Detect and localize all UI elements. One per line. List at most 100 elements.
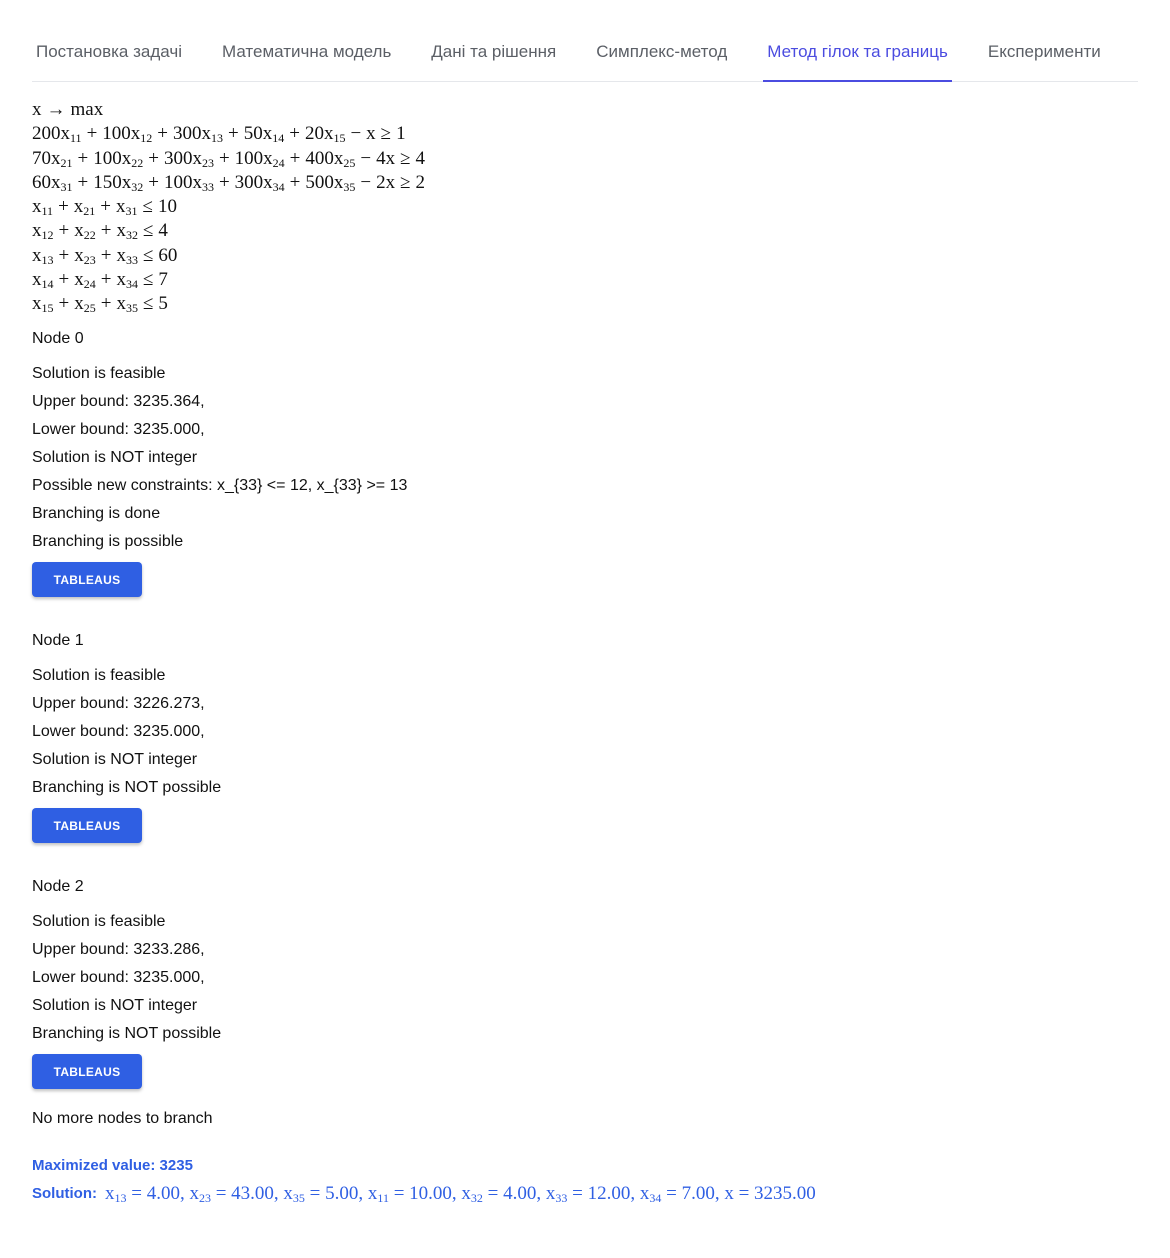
math-operator: + — [58, 196, 69, 218]
node-status-line: Possible new constraints: x_{33} <= 12, … — [32, 476, 408, 494]
objective-var: x — [32, 99, 42, 120]
objective-arrow: → — [46, 99, 66, 120]
constraint-term: x32 — [116, 220, 138, 243]
constraint-line: x13 + x23 + x33 ≤60 — [32, 244, 1138, 268]
solution-term: x34 = 7.00 — [639, 1182, 715, 1205]
math-operator: − — [350, 123, 362, 145]
math-model: x → max 200x11 +100x12 +300x13 +50x14 +20x15− x ≥… — [32, 98, 1138, 317]
constraint-line: 60x31 +150x32 +100x33 +300x34 +500x35−2x ≥2 — [32, 171, 1138, 195]
math-operator: + — [218, 147, 230, 169]
constraint-rhs: 2 — [415, 171, 426, 193]
constraint-rhs: 4 — [158, 220, 168, 242]
math-operator: + — [58, 269, 70, 291]
math-operator: + — [58, 293, 70, 315]
node-block: Node 1 Solution is feasible Upper bound: 3… — [32, 630, 1138, 865]
solution-term: x23 = 43.00 — [189, 1182, 274, 1205]
constraint-term: 50x14 — [243, 123, 285, 146]
math-operator: ≥ — [380, 123, 392, 145]
node-title: Node 1 — [32, 631, 84, 649]
constraint-rhs: 60 — [158, 244, 178, 266]
constraint-term: 500x35 — [305, 171, 356, 194]
constraint-rhs: 7 — [158, 269, 168, 291]
constraint-term: x14 — [32, 269, 54, 292]
node-status-line: Solution is feasible — [32, 666, 166, 684]
math-operator: + — [100, 220, 112, 242]
node-status-list: Solution is feasible Upper bound: 3226.27… — [32, 662, 1138, 802]
tab-5[interactable]: Експерименти — [984, 30, 1105, 82]
math-operator: + — [100, 196, 111, 218]
tab-2[interactable]: Дані та рішення — [427, 30, 560, 82]
tab-1[interactable]: Математична модель — [218, 30, 395, 82]
constraint-line: x11 + x21 + x31 ≤10 — [32, 195, 1138, 219]
constraint-rhs: 1 — [396, 123, 406, 145]
node-status-line: Solution is NOT integer — [32, 448, 198, 466]
math-operator: + — [218, 171, 230, 193]
tab-3[interactable]: Симплекс-метод — [592, 30, 731, 82]
node-block: Node 2 Solution is feasible Upper bound: 3… — [32, 876, 1138, 1111]
constraint-term: x25 — [74, 293, 96, 316]
solution-term: x35 = 5.00 — [283, 1182, 359, 1205]
math-operator: + — [157, 123, 168, 145]
constraint-term: 300x13 — [173, 123, 223, 146]
constraint-line: 200x11 +100x12 +300x13 +50x14 +20x15− x ≥1 — [32, 122, 1138, 146]
objective-goal: max — [70, 99, 104, 120]
node-status-line: Solution is NOT integer — [32, 750, 198, 768]
constraint-term: x15 — [32, 293, 54, 316]
node-block: Node 0 Solution is feasible Upper bound: 3… — [32, 328, 1138, 619]
solution-term: x = 3235.00 — [724, 1182, 816, 1204]
constraint-rhs: 4 — [415, 147, 426, 169]
node-status-line: Solution is feasible — [32, 364, 166, 382]
tableaus-button[interactable]: TABLEAUS — [32, 1053, 142, 1089]
node-status-line: Branching is NOT possible — [32, 1024, 222, 1042]
tab-0[interactable]: Постановка задачі — [32, 30, 186, 82]
constraint-rhs: 5 — [158, 293, 168, 315]
node-status-line: Lower bound: 3235.000, — [32, 968, 205, 986]
math-operator: + — [100, 293, 112, 315]
node-status-line: Branching is possible — [32, 532, 184, 550]
tableaus-button[interactable]: TABLEAUS — [32, 561, 142, 597]
node-status-line: Solution is NOT integer — [32, 996, 198, 1014]
constraint-line: x12 + x22 + x32 ≤4 — [32, 219, 1138, 243]
solution-term: x32 = 4.00 — [461, 1182, 537, 1205]
constraint-line: 70x21 +100x22 +300x23 +100x24 +400x25−4x ≥4 — [32, 147, 1138, 171]
constraint-term: 400x25 — [305, 147, 356, 170]
math-operator: ≥ — [400, 171, 411, 193]
node-status-line: Branching is NOT possible — [32, 778, 222, 796]
constraint-term: 100x24 — [234, 147, 285, 170]
constraint-term: 20x15 — [304, 123, 346, 146]
math-operator: + — [77, 147, 89, 169]
math-operator: + — [86, 123, 98, 145]
math-operator: ≤ — [142, 220, 154, 242]
node-status-line: Lower bound: 3235.000, — [32, 420, 205, 438]
tableaus-button[interactable]: TABLEAUS — [32, 807, 142, 843]
constraint-term: x35 — [116, 293, 138, 316]
node-status-line: Branching is done — [32, 504, 161, 522]
solution-label: Solution: — [32, 1185, 97, 1203]
solution-term: x11 = 10.00 — [367, 1182, 452, 1205]
constraint-term: 100x33 — [163, 171, 214, 194]
node-title: Node 2 — [32, 877, 84, 895]
branch-and-bound-nodes: Node 0 Solution is feasible Upper bound: 3… — [32, 328, 1138, 1111]
constraint-term: 300x23 — [163, 147, 214, 170]
math-operator: − — [360, 147, 372, 169]
constraint-term: x31 — [116, 196, 138, 219]
node-status-list: Solution is feasible Upper bound: 3233.28… — [32, 908, 1138, 1048]
tab-4[interactable]: Метод гілок та границь — [763, 30, 952, 82]
solution-row: Solution: x13 = 4.00, x23 = 43.00, x35 =… — [32, 1179, 1138, 1209]
math-operator: + — [228, 123, 239, 145]
result-section: Maximized value: 3235 Solution: x13 = 4.… — [32, 1153, 1138, 1209]
constraint-term: 200x11 — [32, 123, 82, 146]
math-operator: ≥ — [400, 147, 411, 169]
tab-bar: Постановка задачі Математична модель Дані … — [32, 30, 1138, 82]
math-operator: + — [58, 220, 70, 242]
constraint-term: x23 — [74, 244, 96, 267]
math-operator: + — [289, 123, 300, 145]
constraint-term: x21 — [73, 196, 96, 219]
math-operator: − — [360, 171, 372, 193]
constraint-line: x15 + x25 + x35 ≤5 — [32, 292, 1138, 316]
solution-values: x13 = 4.00, x23 = 43.00, x35 = 5.00, x11… — [104, 1182, 816, 1205]
math-operator: ≤ — [142, 269, 154, 291]
page: Постановка задачі Математична модель Дані … — [0, 30, 1170, 1209]
constraint-term: x12 — [32, 220, 54, 243]
node-status-list: Solution is feasible Upper bound: 3235.36… — [32, 360, 1138, 556]
